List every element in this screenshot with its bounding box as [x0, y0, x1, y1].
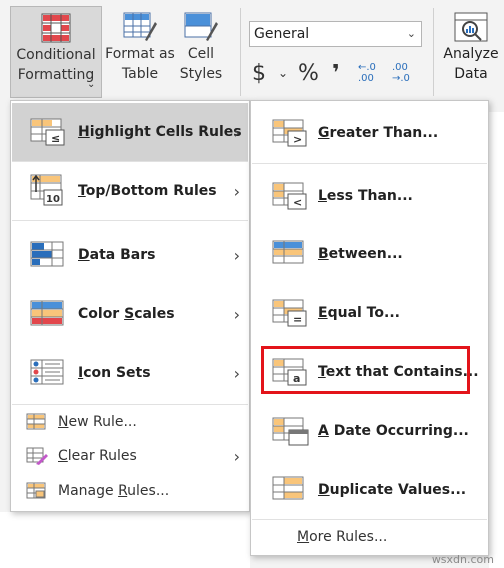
between-icon — [272, 240, 304, 264]
color-scales-icon — [30, 300, 64, 326]
menu-item-label: Manage Rules... — [58, 483, 170, 499]
submenu-item-duplicate-values[interactable]: Duplicate Values... — [252, 461, 487, 519]
svg-text:≤: ≤ — [51, 132, 60, 145]
submenu-item-equal-to[interactable]: = Equal To... — [252, 284, 487, 342]
submenu-divider — [252, 519, 487, 520]
analyze-data-label: Analyze Data — [443, 46, 499, 82]
analyze-data-icon — [454, 12, 488, 42]
greater-than-icon: > — [272, 119, 307, 147]
menu-item-clear-rules[interactable]: Clear Rules › — [12, 439, 248, 473]
menu-item-label: Top/Bottom Rules — [78, 183, 217, 199]
more-rules-item[interactable]: More Rules... — [297, 529, 387, 545]
conditional-formatting-icon — [41, 13, 71, 43]
comma-style-button[interactable]: ❜ — [332, 61, 358, 86]
menu-item-label: Icon Sets — [78, 365, 151, 381]
svg-text:<: < — [293, 196, 302, 209]
menu-item-highlight-cells-rules[interactable]: ≤ Highlight Cells Rules › — [12, 103, 248, 161]
clear-rules-icon — [26, 447, 48, 465]
chevron-right-icon: › — [233, 245, 240, 265]
chevron-down-icon: ⌄ — [87, 79, 96, 90]
menu-divider — [12, 220, 248, 221]
menu-item-color-scales[interactable]: Color Scales › — [12, 285, 248, 343]
format-as-table-label: Format as Table — [105, 46, 175, 82]
submenu-item-label: Duplicate Values... — [318, 482, 467, 498]
format-as-table-icon — [123, 12, 157, 41]
submenu-item-label: Greater Than... — [318, 125, 439, 141]
chevron-right-icon: › — [233, 122, 240, 142]
equal-to-icon: = — [272, 299, 307, 327]
submenu-item-date-occurring[interactable]: A Date Occurring... — [252, 402, 487, 460]
submenu-divider — [252, 163, 487, 164]
new-rule-icon — [26, 413, 46, 430]
currency-button[interactable]: $ — [252, 61, 278, 86]
submenu-item-label: A Date Occurring... — [318, 423, 469, 439]
submenu-item-less-than[interactable]: < Less Than... — [252, 167, 487, 225]
analyze-data-button[interactable]: Analyze Data — [440, 6, 502, 98]
menu-item-manage-rules[interactable]: Manage Rules... — [12, 474, 248, 508]
menu-item-data-bars[interactable]: Data Bars › — [12, 226, 248, 284]
highlight-annotation-box — [261, 346, 470, 394]
data-bars-icon — [30, 241, 64, 267]
chevron-right-icon: › — [233, 304, 240, 324]
ribbon-divider — [433, 8, 434, 96]
number-format-dropdown[interactable]: General ⌄ — [249, 21, 422, 47]
menu-item-label: Data Bars — [78, 247, 156, 263]
number-format-toolbar: $ ⌄ % ❜ ←.0 .00 .00 →.0 — [252, 58, 422, 88]
background-strip — [489, 112, 504, 568]
menu-item-label: Color Scales — [78, 306, 175, 322]
chevron-right-icon: › — [233, 181, 240, 201]
icon-sets-icon — [30, 359, 64, 385]
chevron-down-icon[interactable]: ⌄ — [278, 66, 298, 80]
background-strip — [0, 512, 250, 568]
highlight-cells-rules-submenu: > Greater Than... < Less Than... Between… — [250, 100, 489, 556]
menu-item-label: Clear Rules — [58, 448, 137, 464]
submenu-item-between[interactable]: Between... — [252, 225, 487, 283]
cell-styles-button[interactable]: Cell Styles — [172, 6, 230, 98]
duplicate-values-icon — [272, 476, 304, 500]
cell-styles-label: Cell Styles — [179, 46, 223, 82]
ribbon: Conditional Formatting ⌄ Format as Table… — [0, 0, 504, 112]
chevron-right-icon: › — [233, 446, 240, 466]
chevron-down-icon: ⌄ — [406, 27, 416, 40]
svg-text:>: > — [293, 133, 302, 146]
menu-item-top-bottom-rules[interactable]: 10 Top/Bottom Rules › — [12, 162, 248, 220]
format-as-table-button[interactable]: Format as Table — [104, 6, 176, 98]
manage-rules-icon — [26, 482, 46, 499]
submenu-item-label: Equal To... — [318, 305, 400, 321]
ribbon-divider — [240, 8, 241, 96]
menu-item-label: Highlight Cells Rules — [78, 124, 242, 140]
top-bottom-icon: 10 — [30, 174, 63, 206]
date-occurring-icon — [272, 417, 309, 446]
increase-decimal-button[interactable]: ←.0 .00 — [358, 62, 392, 84]
watermark: wsxdn.com — [431, 553, 494, 566]
submenu-item-label: Less Than... — [318, 188, 413, 204]
menu-item-icon-sets[interactable]: Icon Sets › — [12, 344, 248, 402]
less-than-icon: < — [272, 182, 307, 210]
submenu-item-greater-than[interactable]: > Greater Than... — [252, 104, 487, 162]
conditional-formatting-button[interactable]: Conditional Formatting ⌄ — [10, 6, 102, 98]
menu-item-new-rule[interactable]: New Rule... — [12, 405, 248, 439]
decrease-decimal-button[interactable]: .00 →.0 — [392, 62, 422, 84]
cell-styles-icon — [184, 12, 218, 41]
number-format-value: General — [254, 26, 310, 42]
conditional-formatting-menu: ≤ Highlight Cells Rules › 10 Top/Bottom … — [10, 100, 250, 512]
svg-text:10: 10 — [46, 194, 60, 205]
highlight-cells-icon: ≤ — [30, 118, 65, 146]
percent-button[interactable]: % — [298, 61, 332, 86]
menu-item-label: New Rule... — [58, 414, 137, 430]
submenu-item-label: Between... — [318, 246, 403, 262]
svg-text:=: = — [293, 313, 302, 326]
chevron-right-icon: › — [233, 363, 240, 383]
